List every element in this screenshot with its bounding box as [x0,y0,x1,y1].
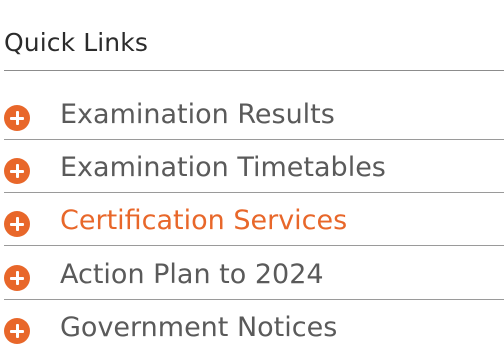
quick-link-government-notices[interactable]: Government Notices [4,303,504,353]
link-divider [4,192,504,193]
quick-link-certification-services[interactable]: Certification Services [4,196,504,246]
plus-circle-icon [4,318,30,344]
plus-circle-icon [4,265,30,291]
quick-link-label[interactable]: Government Notices [60,313,337,343]
quick-link-action-plan-2024[interactable]: Action Plan to 2024 [4,250,504,300]
plus-circle-icon [4,105,30,131]
quick-link-label[interactable]: Examination Timetables [60,153,386,183]
quick-link-label[interactable]: Examination Results [60,100,335,130]
link-divider [4,245,504,246]
plus-circle-icon [4,211,30,237]
quick-link-label[interactable]: Certification Services [60,206,347,236]
quick-link-examination-timetables[interactable]: Examination Timetables [4,143,504,193]
link-divider [4,299,504,300]
quick-link-label[interactable]: Action Plan to 2024 [60,260,324,290]
quick-link-examination-results[interactable]: Examination Results [4,90,504,140]
plus-circle-icon [4,158,30,184]
quick-links-list: Examination Results Examination Timetabl… [0,0,504,350]
link-divider [4,139,504,140]
